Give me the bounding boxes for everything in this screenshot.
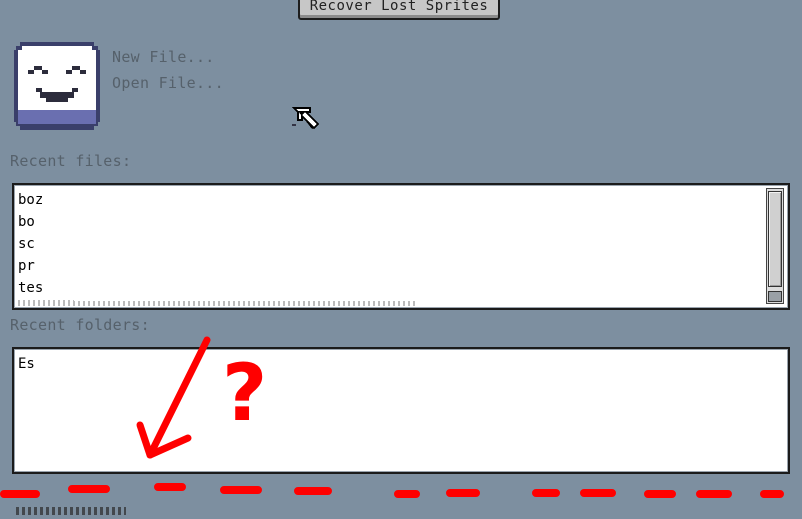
arrow-cursor-icon bbox=[288, 106, 320, 138]
recent-folders-label: Recent folders: bbox=[10, 316, 150, 334]
new-file-link[interactable]: New File... bbox=[112, 48, 215, 66]
scrollbar-thumb[interactable] bbox=[768, 191, 782, 287]
smiley-logo-icon bbox=[14, 42, 100, 132]
recover-lost-sprites-button[interactable]: Recover Lost Sprites bbox=[298, 0, 500, 20]
recent-file-item[interactable]: boz bbox=[18, 190, 43, 210]
annotation-dashed-line bbox=[0, 483, 784, 498]
recent-folder-item[interactable]: Es bbox=[18, 354, 35, 374]
scroll-down-button[interactable] bbox=[768, 291, 782, 302]
recent-files-scrollbar[interactable] bbox=[766, 188, 784, 304]
recent-file-item[interactable]: sc bbox=[18, 234, 35, 254]
redaction-mask bbox=[36, 353, 776, 375]
recent-file-item[interactable]: bo bbox=[18, 212, 35, 232]
open-file-link[interactable]: Open File... bbox=[112, 74, 224, 92]
cutoff-text bbox=[16, 507, 126, 515]
redaction-mask bbox=[74, 189, 774, 301]
recent-files-list[interactable]: boz bo sc pr tes bbox=[12, 183, 790, 310]
recent-files-label: Recent files: bbox=[10, 152, 132, 170]
recent-folders-list[interactable]: Es bbox=[12, 347, 790, 474]
recent-file-item[interactable]: pr bbox=[18, 256, 35, 276]
recent-file-item[interactable]: tes bbox=[18, 278, 43, 298]
bottom-cutoff-strip bbox=[0, 505, 802, 519]
